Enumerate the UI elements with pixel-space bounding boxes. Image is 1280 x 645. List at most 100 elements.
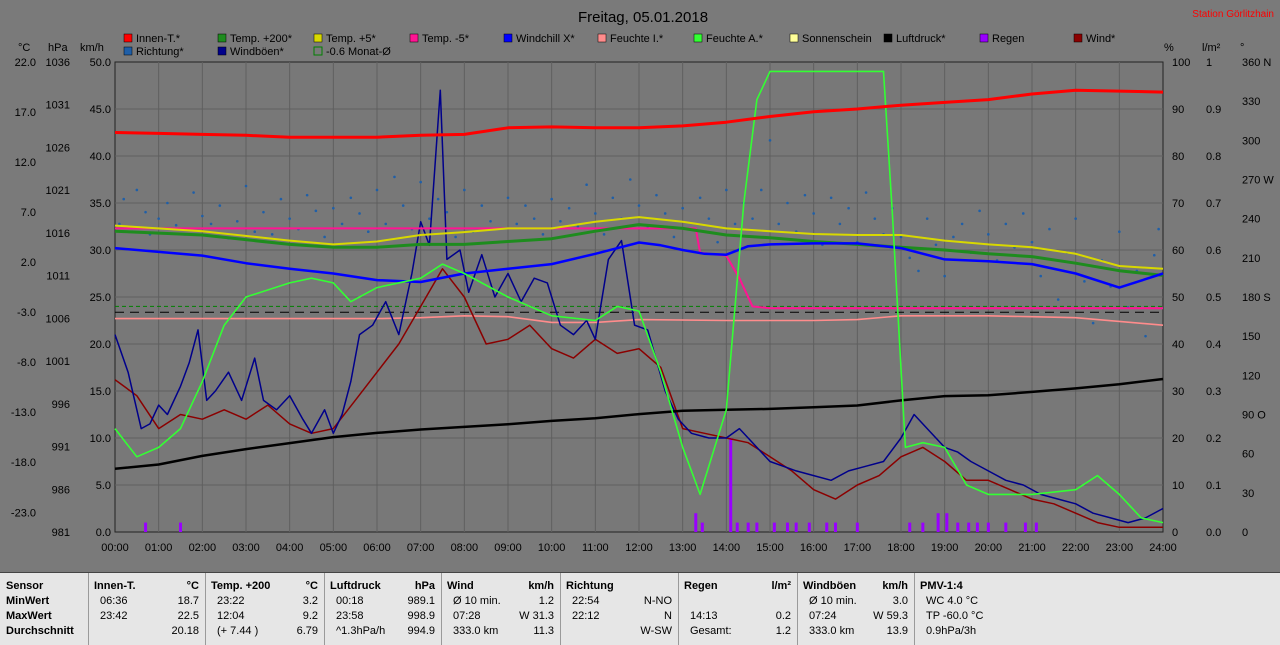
stats-block: Temp. +200 °C 23:22 3.2 12:04 9.2 (+ 7.44 ) 6.7…	[205, 573, 325, 645]
stats-block-header: Richtung	[566, 579, 672, 593]
stats-value-row: 12:04 9.2	[211, 609, 318, 623]
direction-dot	[541, 233, 545, 236]
stats-value-row: 333.0 km 13.9	[803, 624, 908, 638]
stats-value: 3.0	[892, 595, 908, 607]
direction-dot	[864, 191, 868, 194]
stats-value-label: Gesamt:	[690, 625, 732, 637]
rain-bar	[825, 522, 829, 532]
direction-dot	[375, 188, 379, 192]
percent-tick-label: 90	[1172, 104, 1184, 116]
stats-value-label: 0.9hPa/3h	[926, 625, 977, 637]
rain-bar	[755, 522, 759, 532]
speed-tick-label: 35.0	[90, 198, 111, 210]
stats-value-row: Ø 10 min. 1.2	[447, 594, 554, 608]
percent-tick-label: 40	[1172, 339, 1184, 351]
direction-dot	[1021, 212, 1025, 215]
direction-dot	[1091, 321, 1095, 325]
unit-deg: °	[1240, 42, 1244, 54]
direction-dot	[637, 204, 641, 207]
direction-dot	[987, 233, 990, 236]
stats-value-label: WC 4.0 °C	[926, 595, 979, 607]
time-tick-label: 16:00	[800, 542, 828, 554]
stats-value: 18.7	[177, 595, 199, 607]
stats-block-unit: °C	[305, 580, 318, 592]
direction-dot	[174, 223, 178, 227]
speed-tick-label: 45.0	[90, 104, 111, 116]
percent-tick-label: 0	[1172, 527, 1178, 539]
temp-tick-label: -8.0	[17, 357, 36, 369]
temp-tick-label: -13.0	[11, 407, 36, 419]
stats-value-row: 23:42 22.5	[94, 609, 199, 623]
time-tick-label: 05:00	[320, 542, 348, 554]
percent-tick-label: 100	[1172, 57, 1190, 69]
rain-tick-label: 0.2	[1206, 433, 1221, 445]
speed-tick-label: 10.0	[90, 433, 111, 445]
direction-dot	[436, 197, 440, 201]
time-tick-label: 17:00	[844, 542, 872, 554]
stats-value: 20.18	[171, 625, 199, 637]
legend-swatch	[597, 33, 607, 43]
deg-tick-label: 0	[1242, 527, 1248, 539]
station-label: Station Görlitzhain	[1192, 9, 1274, 20]
unit-speed: km/h	[80, 42, 104, 54]
time-tick-label: 21:00	[1018, 542, 1046, 554]
deg-tick-label: 330	[1242, 96, 1260, 108]
rain-bar	[1004, 522, 1008, 532]
direction-dot	[1030, 240, 1034, 244]
stats-value-row: 20.18	[94, 624, 199, 638]
rain-tick-label: 0.0	[1206, 527, 1221, 539]
unit-percent: %	[1164, 42, 1174, 54]
rain-bar	[746, 522, 750, 532]
stats-row-label: MinWert	[6, 595, 50, 607]
stats-block: Innen-T. °C 06:36 18.7 23:42 22.5 20.18	[88, 573, 206, 645]
direction-dot	[585, 183, 588, 187]
stats-block-title: Luftdruck	[330, 580, 381, 592]
stats-value: 1.2	[775, 625, 791, 637]
stats-row-label: Sensor	[6, 580, 44, 592]
stats-block: Regen l/m² 14:13 0.2 Gesamt: 1.2	[678, 573, 798, 645]
time-tick-label: 22:00	[1062, 542, 1090, 554]
deg-tick-label: 60	[1242, 449, 1254, 461]
stats-value-row: WC 4.0 °C	[920, 594, 1274, 608]
stats-value-label: 12:04	[217, 610, 245, 622]
temp-tick-label: 2.0	[21, 257, 36, 269]
time-tick-label: 20:00	[975, 542, 1003, 554]
stats-value-row: 06:36 18.7	[94, 594, 199, 608]
direction-dot	[943, 274, 946, 278]
stats-value-row: Ø 10 min. 3.0	[803, 594, 908, 608]
direction-dot	[332, 206, 335, 210]
direction-dot	[1152, 253, 1156, 257]
direction-dot	[314, 209, 318, 213]
stats-value-row: ^1.3hPa/h 994.9	[330, 624, 435, 638]
rain-bar	[1023, 522, 1027, 532]
pressure-tick-label: 1026	[46, 142, 70, 154]
stats-block: PMV-1:4 WC 4.0 °C TP -60.0 °C 0.9hPa/3h	[914, 573, 1280, 645]
direction-dot	[978, 209, 981, 213]
time-tick-label: 12:00	[625, 542, 653, 554]
stats-value: 22.5	[177, 610, 199, 622]
rain-tick-label: 0.6	[1206, 245, 1221, 257]
legend-label: Regen	[992, 33, 1024, 45]
direction-dot	[428, 217, 431, 220]
stats-value-label: 22:12	[572, 610, 600, 622]
stats-value: 3.2	[302, 595, 318, 607]
legend-label: Sonnenschein	[802, 33, 872, 45]
speed-tick-label: 40.0	[90, 151, 111, 163]
stats-block-header: Innen-T. °C	[94, 579, 199, 593]
rain-tick-label: 0.3	[1206, 386, 1221, 398]
unit-rain: l/m²	[1202, 42, 1221, 54]
stats-value-label: 07:24	[809, 610, 837, 622]
direction-dot	[515, 222, 519, 226]
temp-tick-label: -23.0	[11, 507, 36, 519]
pressure-tick-label: 1006	[46, 313, 70, 325]
stats-value-row: 00:18 989.1	[330, 594, 435, 608]
stats-value: 994.9	[407, 625, 435, 637]
stats-label-column: Sensor MinWert MaxWert Durchschnitt	[0, 573, 89, 645]
deg-tick-label: 120	[1242, 370, 1260, 382]
page-title: Freitag, 05.01.2018	[578, 9, 708, 26]
percent-tick-label: 20	[1172, 433, 1184, 445]
stats-value: 9.2	[302, 610, 318, 622]
speed-tick-label: 25.0	[90, 292, 111, 304]
rain-bar	[1034, 522, 1038, 532]
direction-dot	[847, 206, 850, 210]
